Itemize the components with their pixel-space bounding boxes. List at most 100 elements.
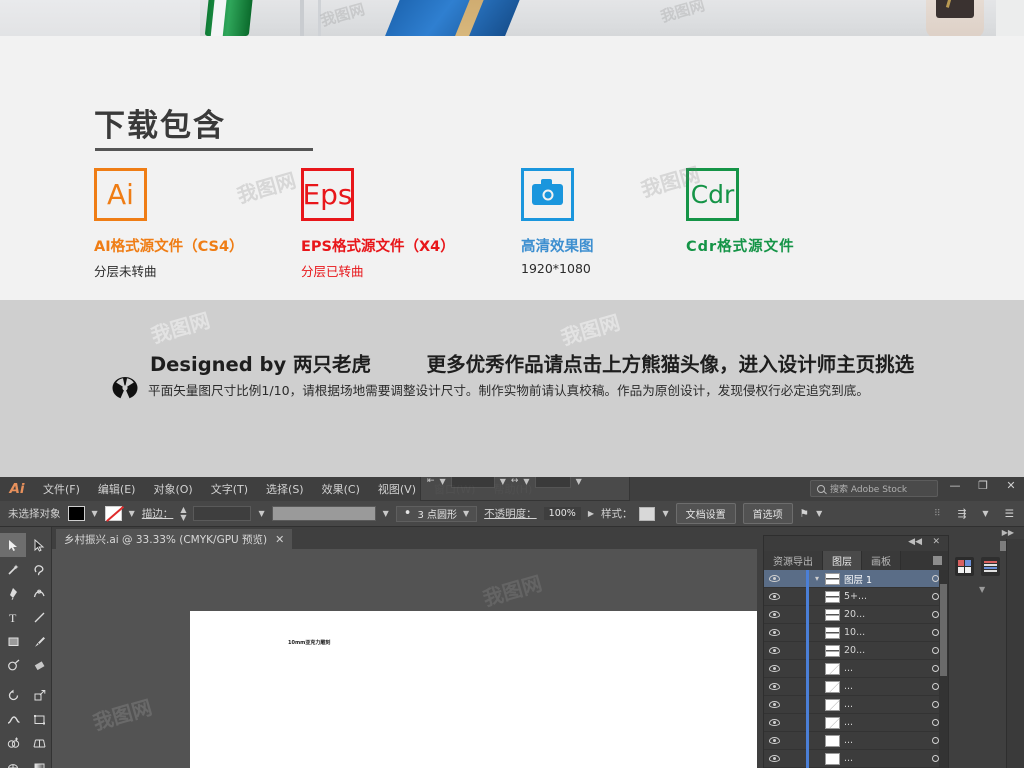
visibility-toggle[interactable] bbox=[764, 737, 784, 744]
floating-transform-panel[interactable]: ⇤ ▼ ▼ ↔ ▼ ▼ bbox=[420, 477, 630, 501]
visibility-toggle[interactable] bbox=[764, 755, 784, 762]
layer-row[interactable]: ... bbox=[764, 695, 948, 714]
free-transform-tool[interactable] bbox=[26, 707, 52, 731]
panel-menu-button[interactable] bbox=[933, 551, 948, 570]
width-tool[interactable] bbox=[0, 707, 26, 731]
menu-type[interactable]: 文字(T) bbox=[202, 481, 257, 497]
visibility-toggle[interactable] bbox=[764, 719, 784, 726]
chevron-down-icon[interactable]: ▼ bbox=[662, 509, 668, 518]
stroke-weight-field[interactable] bbox=[193, 506, 252, 521]
menu-effect[interactable]: 效果(C) bbox=[313, 481, 369, 497]
visibility-toggle[interactable] bbox=[764, 575, 784, 582]
shaper-tool[interactable] bbox=[0, 653, 26, 677]
layer-row[interactable]: ... bbox=[764, 677, 948, 696]
lasso-tool[interactable] bbox=[26, 557, 52, 581]
brush-definition-select[interactable]: • 3 点圆形 ▼ bbox=[395, 505, 478, 522]
type-tool[interactable]: T bbox=[0, 605, 26, 629]
close-panel-icon[interactable]: ✕ bbox=[932, 537, 940, 547]
rectangle-tool[interactable] bbox=[0, 629, 26, 653]
canvas-area[interactable]: 10mm亚克力雕刻 我图网 我图网 bbox=[52, 549, 768, 768]
visibility-toggle[interactable] bbox=[764, 647, 784, 654]
visibility-toggle[interactable] bbox=[764, 629, 784, 636]
stroke-color-swatch[interactable] bbox=[104, 506, 122, 521]
layer-row[interactable]: ... bbox=[764, 731, 948, 750]
drag-handle-icon[interactable]: ⠿ bbox=[934, 509, 942, 519]
menu-view[interactable]: 视图(V) bbox=[369, 481, 425, 497]
menu-object[interactable]: 对象(O) bbox=[144, 481, 201, 497]
collapse-panel-icon[interactable]: ◀◀ bbox=[908, 537, 922, 547]
stroke-profile-field[interactable] bbox=[271, 506, 376, 521]
scale-tool[interactable] bbox=[26, 683, 52, 707]
line-segment-tool[interactable] bbox=[26, 605, 52, 629]
layer-row[interactable]: ... bbox=[764, 659, 948, 678]
layer-color-bar bbox=[806, 587, 809, 606]
curvature-tool[interactable] bbox=[26, 581, 52, 605]
layer-row[interactable]: ... bbox=[764, 749, 948, 768]
arrange-icon[interactable]: ⇶ bbox=[958, 508, 967, 520]
graphic-style-swatch[interactable] bbox=[639, 506, 656, 521]
chevron-down-icon[interactable]: ▾ bbox=[809, 574, 825, 583]
layer-color-bar bbox=[806, 731, 809, 750]
layer-row[interactable]: 10... bbox=[764, 623, 948, 642]
chevron-down-icon[interactable]: ▼ bbox=[816, 509, 822, 518]
layer-row[interactable]: ... bbox=[764, 713, 948, 732]
chevron-down-icon[interactable]: ▼ bbox=[982, 509, 988, 518]
chevron-down-icon[interactable]: ▼ bbox=[92, 509, 98, 518]
preferences-button[interactable]: 首选项 bbox=[742, 503, 793, 524]
menu-edit[interactable]: 编辑(E) bbox=[89, 481, 145, 497]
eraser-tool[interactable] bbox=[26, 653, 52, 677]
close-button[interactable]: ✕ bbox=[1004, 479, 1018, 492]
panel-menu-icon[interactable]: ☰ bbox=[1005, 508, 1014, 520]
chevron-down-icon[interactable]: ▼ bbox=[258, 509, 264, 518]
rotate-tool[interactable] bbox=[0, 683, 26, 707]
paintbrush-tool[interactable] bbox=[26, 629, 52, 653]
pen-tool[interactable] bbox=[0, 581, 26, 605]
menu-file[interactable]: 文件(F) bbox=[34, 481, 89, 497]
mesh-tool[interactable] bbox=[0, 755, 26, 768]
maximize-button[interactable]: ❐ bbox=[976, 479, 990, 492]
layer-row[interactable]: 20... bbox=[764, 605, 948, 624]
perspective-grid-tool[interactable] bbox=[26, 731, 52, 755]
title-underline bbox=[95, 148, 313, 151]
shape-builder-tool[interactable] bbox=[0, 731, 26, 755]
tab-artboards[interactable]: 画板 bbox=[862, 551, 901, 570]
color-panel-icon[interactable] bbox=[955, 557, 974, 576]
close-icon[interactable]: ✕ bbox=[275, 533, 284, 546]
selection-tool[interactable] bbox=[0, 533, 26, 557]
layer-row[interactable]: 5+... bbox=[764, 587, 948, 606]
chevron-down-icon[interactable]: ▼ bbox=[979, 585, 985, 594]
minimize-button[interactable]: — bbox=[948, 479, 962, 492]
layer-row[interactable]: 20... bbox=[764, 641, 948, 660]
visibility-toggle[interactable] bbox=[764, 611, 784, 618]
flag-icon[interactable]: ⚑ bbox=[800, 508, 809, 520]
adobe-stock-search[interactable]: 搜索 Adobe Stock bbox=[810, 480, 938, 497]
expand-dock-icon[interactable]: ▶▶ bbox=[1002, 528, 1014, 537]
auto-field[interactable] bbox=[450, 477, 495, 488]
visibility-toggle[interactable] bbox=[764, 665, 784, 672]
visibility-toggle[interactable] bbox=[764, 701, 784, 708]
artboard[interactable]: 10mm亚克力雕刻 bbox=[190, 611, 768, 768]
swatches-panel-icon[interactable] bbox=[981, 557, 1000, 576]
direct-selection-tool[interactable] bbox=[26, 533, 52, 557]
layer-color-bar bbox=[806, 605, 809, 624]
magic-wand-tool[interactable] bbox=[0, 557, 26, 581]
stroke-stepper[interactable]: ▲ ▼ bbox=[180, 506, 186, 521]
chevron-right-icon[interactable]: ▶ bbox=[588, 509, 594, 518]
menu-select[interactable]: 选择(S) bbox=[257, 481, 313, 497]
gradient-tool[interactable] bbox=[26, 755, 52, 768]
tab-layers[interactable]: 图层 bbox=[823, 551, 862, 570]
visibility-toggle[interactable] bbox=[764, 593, 784, 600]
chevron-down-icon[interactable]: ▼ bbox=[383, 509, 389, 518]
opacity-value[interactable]: 100% bbox=[543, 507, 581, 520]
document-setup-button[interactable]: 文档设置 bbox=[675, 503, 736, 524]
watermark: 我图网 bbox=[318, 0, 367, 30]
document-tab[interactable]: 乡村振兴.ai @ 33.33% (CMYK/GPU 预览) ✕ bbox=[56, 529, 293, 549]
fill-color-swatch[interactable] bbox=[67, 506, 85, 521]
spacing-field[interactable] bbox=[534, 477, 571, 488]
layer-row[interactable]: ▾ 图层 1 bbox=[764, 569, 948, 588]
brush-definition-label: 3 点圆形 bbox=[417, 510, 457, 521]
visibility-toggle[interactable] bbox=[764, 683, 784, 690]
chevron-down-icon[interactable]: ▼ bbox=[129, 509, 135, 518]
layers-scrollbar[interactable] bbox=[939, 570, 948, 768]
tab-asset-export[interactable]: 资源导出 bbox=[764, 551, 823, 570]
